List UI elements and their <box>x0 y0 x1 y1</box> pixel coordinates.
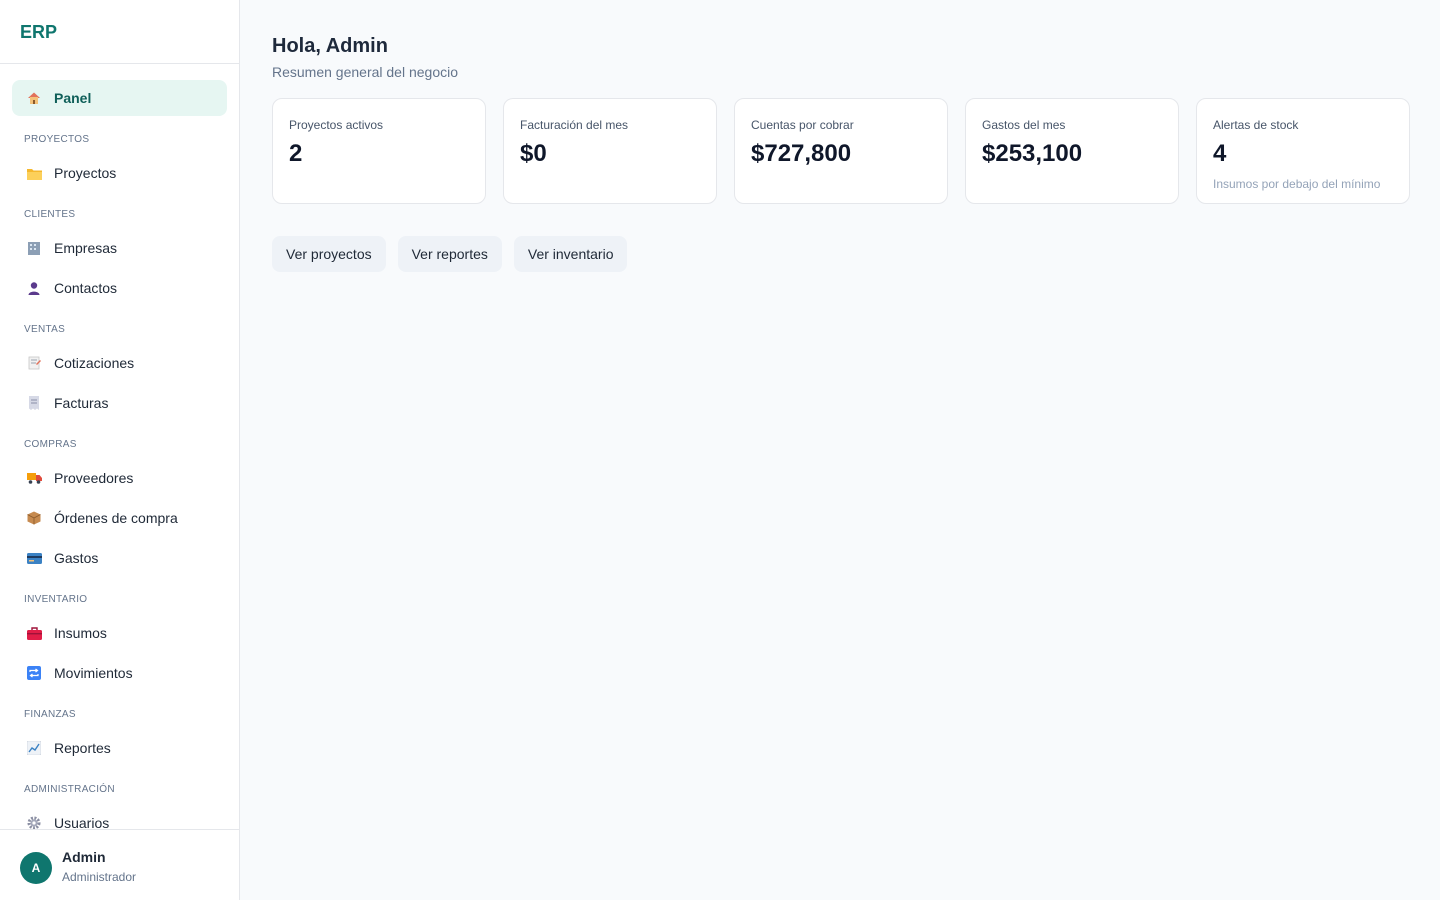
user-name: Admin <box>62 849 106 865</box>
card-label: Proyectos activos <box>289 118 384 132</box>
sidebar: ERP Panel PROYECTOS Proyectos CLIENTES E… <box>0 0 240 900</box>
person-icon <box>26 280 42 296</box>
summary-cards: Proyectos activos 2 Facturación del mes … <box>272 98 1410 204</box>
sidebar-item-label: Cotizaciones <box>54 355 135 371</box>
sidebar-item-label: Movimientos <box>54 665 133 681</box>
sidebar-item-label: Proveedores <box>54 470 134 486</box>
sidebar-item-label: Órdenes de compra <box>54 510 178 526</box>
sidebar-item-empresas[interactable]: Empresas <box>12 230 227 266</box>
building-icon <box>26 240 42 256</box>
ver-proyectos-button[interactable]: Ver proyectos <box>272 236 386 272</box>
card-value: 2 <box>289 140 303 167</box>
sidebar-item-label: Facturas <box>54 395 109 411</box>
user-profile[interactable]: A Admin Administrador <box>0 829 239 900</box>
package-icon <box>26 510 42 526</box>
card-label: Cuentas por cobrar <box>751 118 854 132</box>
card-facturacion-mes: Facturación del mes $0 <box>503 98 717 204</box>
sidebar-item-label: Contactos <box>54 280 118 296</box>
card-alertas-stock: Alertas de stock 4 Insumos por debajo de… <box>1196 98 1410 204</box>
avatar: A <box>20 852 52 884</box>
card-value: $0 <box>520 140 547 167</box>
card-note: Insumos por debajo del mínimo <box>1213 177 1381 191</box>
page-title: Hola, Admin <box>272 35 388 57</box>
section-label-finanzas: FINANZAS <box>24 709 76 720</box>
section-label-proyectos: PROYECTOS <box>24 134 90 145</box>
sidebar-item-label: Panel <box>54 90 92 106</box>
section-label-inventario: INVENTARIO <box>24 594 88 605</box>
truck-icon <box>26 470 42 486</box>
section-label-clientes: CLIENTES <box>24 209 76 220</box>
sidebar-item-gastos[interactable]: Gastos <box>12 540 227 576</box>
user-role: Administrador <box>62 870 137 884</box>
page-subtitle: Resumen general del negocio <box>272 64 459 80</box>
credit-card-icon <box>26 550 42 566</box>
sidebar-item-cotizaciones[interactable]: Cotizaciones <box>12 345 227 381</box>
repeat-icon <box>26 665 42 681</box>
user-meta: Admin Administrador <box>62 848 136 900</box>
sidebar-nav: Panel PROYECTOS Proyectos CLIENTES Empre… <box>0 64 239 841</box>
card-label: Gastos del mes <box>982 118 1066 132</box>
sidebar-item-facturas[interactable]: Facturas <box>12 385 227 421</box>
main-content: Hola, Admin Resumen general del negocio … <box>240 0 1440 900</box>
card-label: Alertas de stock <box>1213 118 1299 132</box>
quick-actions: Ver proyectos Ver reportes Ver inventari… <box>272 236 628 272</box>
house-icon <box>26 90 42 106</box>
card-value: $727,800 <box>751 140 852 167</box>
sidebar-item-label: Empresas <box>54 240 118 256</box>
sidebar-item-reportes[interactable]: Reportes <box>12 730 227 766</box>
card-gastos-mes: Gastos del mes $253,100 <box>965 98 1179 204</box>
sidebar-item-panel[interactable]: Panel <box>12 80 227 116</box>
sidebar-item-label: Reportes <box>54 740 111 756</box>
sidebar-item-insumos[interactable]: Insumos <box>12 615 227 651</box>
brand-logo[interactable]: ERP <box>0 0 239 64</box>
section-label-administracion: ADMINISTRACIÓN <box>24 784 115 795</box>
sidebar-item-ordenes[interactable]: Órdenes de compra <box>12 500 227 536</box>
card-proyectos-activos: Proyectos activos 2 <box>272 98 486 204</box>
card-cuentas-por-cobrar: Cuentas por cobrar $727,800 <box>734 98 948 204</box>
toolbox-icon <box>26 625 42 641</box>
card-value: 4 <box>1213 140 1227 167</box>
ver-inventario-button[interactable]: Ver inventario <box>513 236 628 272</box>
ver-reportes-button[interactable]: Ver reportes <box>397 236 502 272</box>
sidebar-item-label: Gastos <box>54 550 99 566</box>
sidebar-item-label: Proyectos <box>54 165 117 181</box>
section-label-ventas: VENTAS <box>24 324 66 335</box>
chart-icon <box>26 740 42 756</box>
sidebar-item-proveedores[interactable]: Proveedores <box>12 460 227 496</box>
sidebar-item-movimientos[interactable]: Movimientos <box>12 655 227 691</box>
sidebar-item-proyectos[interactable]: Proyectos <box>12 155 227 191</box>
receipt-icon <box>26 395 42 411</box>
sidebar-item-label: Insumos <box>54 625 107 641</box>
card-label: Facturación del mes <box>520 118 629 132</box>
memo-icon <box>26 355 42 371</box>
sidebar-item-contactos[interactable]: Contactos <box>12 270 227 306</box>
folder-icon <box>26 165 42 181</box>
section-label-compras: COMPRAS <box>24 439 77 450</box>
card-value: $253,100 <box>982 140 1083 167</box>
